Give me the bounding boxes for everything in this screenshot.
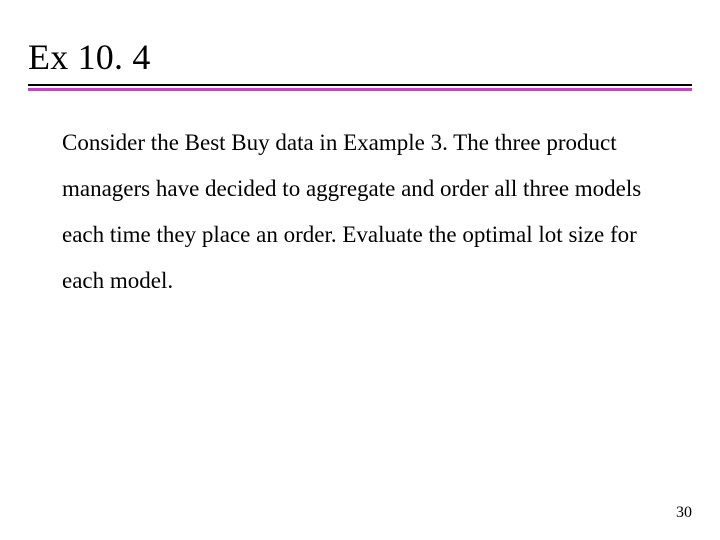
page-number: 30 <box>676 504 692 522</box>
heading-underline-magenta <box>28 88 692 91</box>
heading-underline-black <box>28 84 692 86</box>
slide-body: Consider the Best Buy data in Example 3.… <box>62 120 662 304</box>
slide: Ex 10. 4 Consider the Best Buy data in E… <box>0 0 720 540</box>
heading-block: Ex 10. 4 <box>28 36 692 91</box>
slide-heading: Ex 10. 4 <box>28 36 692 84</box>
